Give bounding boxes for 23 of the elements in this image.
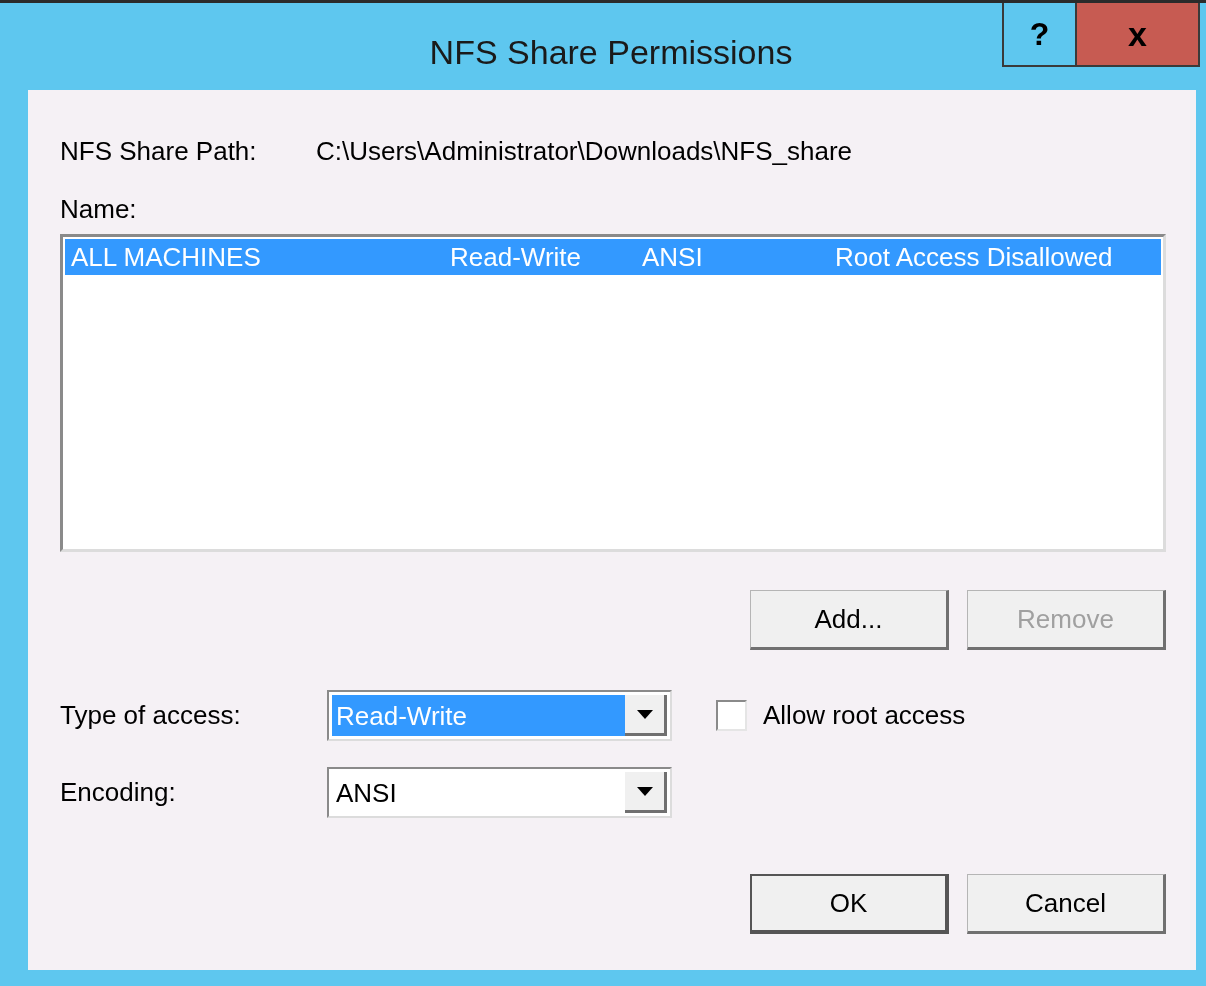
dialog-button[interactable]: Add... <box>750 590 949 650</box>
dropdown-value: Read-Write <box>332 695 625 736</box>
checkbox[interactable] <box>716 700 747 731</box>
caret-icon <box>636 786 653 796</box>
list-cell-text: Root Access Disallowed <box>835 240 1114 274</box>
share-path-value: C:\Users\Administrator\Downloads\NFS_share <box>316 134 853 168</box>
name-label: Name: <box>60 193 137 226</box>
list-cell-text: Read-Write <box>450 240 582 274</box>
dropdown-value: ANSI <box>335 777 398 810</box>
dropdown[interactable]: ANSI <box>327 767 672 818</box>
type-of-access-label: Type of access: <box>60 699 242 732</box>
allow-root-label: Allow root access <box>763 699 966 732</box>
default-button[interactable]: OK <box>750 874 949 934</box>
caret-icon <box>636 709 653 719</box>
list-cell-text: ALL MACHINES <box>71 240 262 274</box>
list-cell-text: ANSI <box>642 240 704 274</box>
share-path-label: NFS Share Path: <box>60 134 258 168</box>
encoding-label: Encoding: <box>60 776 177 809</box>
close-button[interactable]: x <box>1077 3 1200 67</box>
window-title: NFS Share Permissions <box>429 32 793 73</box>
dropdown-arrow-button[interactable] <box>625 695 667 736</box>
dialog-button[interactable]: Cancel <box>967 874 1166 934</box>
dropdown-arrow-button[interactable] <box>625 772 667 813</box>
